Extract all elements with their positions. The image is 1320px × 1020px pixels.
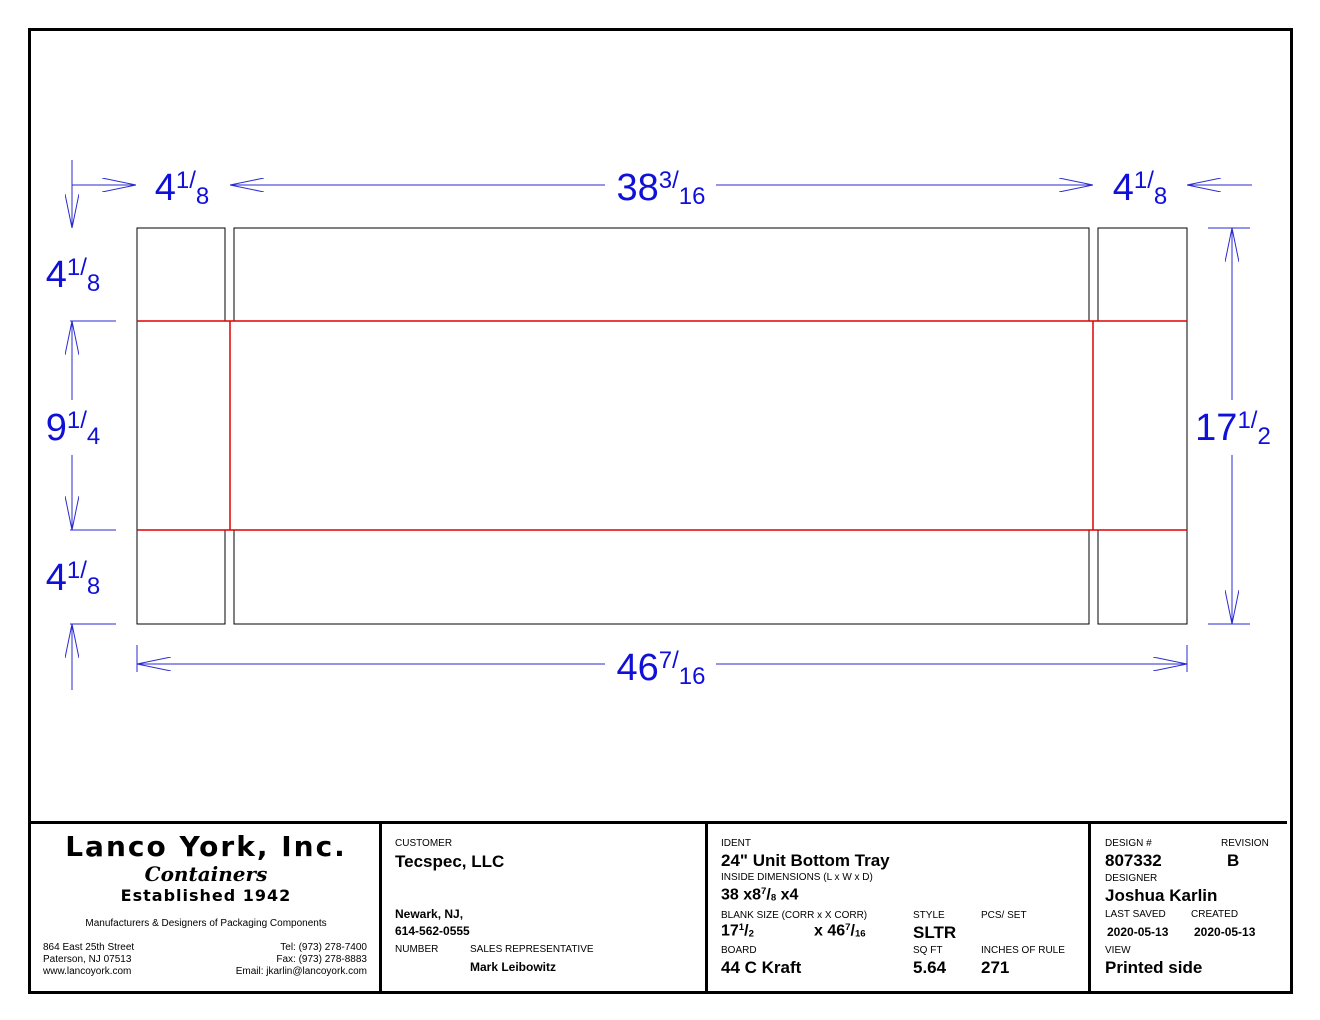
- designer-value: Joshua Karlin: [1105, 886, 1218, 905]
- spec-block: IDENT 24" Unit Bottom Tray INSIDE DIMENS…: [708, 824, 1091, 991]
- sq-ft-label: SQ FT: [913, 945, 943, 956]
- company-address: 864 East 25th Street Paterson, NJ 07513 …: [43, 942, 134, 978]
- design-block: DESIGN # 807332 REVISION B DESIGNER Josh…: [1091, 824, 1287, 991]
- last-saved-value: 2020-05-13: [1107, 925, 1169, 939]
- sales-rep-label: SALES REPRESENTATIVE: [470, 944, 594, 955]
- dim-label-right-total: 171/2: [1195, 407, 1271, 450]
- revision-label: REVISION: [1221, 838, 1269, 849]
- style-label: STYLE: [913, 910, 945, 921]
- company-block: Lanco York, Inc. Containers Established …: [31, 824, 382, 991]
- created-label: CREATED: [1191, 909, 1239, 920]
- company-logo-sub: Containers: [144, 862, 268, 886]
- panel-bottom-right-flap: [1097, 529, 1188, 625]
- dim-label-left-top-flap: 41/8: [46, 254, 101, 297]
- style-value: SLTR: [913, 923, 957, 942]
- sales-rep-name: Mark Leibowitz: [470, 960, 557, 974]
- panel-bottom-left-flap: [136, 529, 226, 625]
- company-established: Established 1942: [120, 886, 292, 905]
- company-tagline: Manufacturers & Designers of Packaging C…: [85, 918, 327, 929]
- blank-size-corr: 171/2: [721, 922, 754, 940]
- pcs-set-label: PCS/ SET: [981, 910, 1027, 921]
- inches-of-rule-label: INCHES OF RULE: [981, 945, 1065, 956]
- last-saved-label: LAST SAVED: [1105, 909, 1166, 920]
- blank-size-xcorr: x 467/16: [814, 922, 866, 940]
- panel-bottom-center: [233, 529, 1090, 625]
- number-label: NUMBER: [395, 944, 439, 955]
- dieline-drawing: 41/8 383/16 41/8 41/8 91/4 41/8 171/2 46…: [46, 160, 1271, 690]
- designer-label: DESIGNER: [1105, 873, 1158, 884]
- ident-label: IDENT: [721, 838, 751, 849]
- revision-value: B: [1227, 851, 1240, 870]
- company-address-line1: 864 East 25th Street: [43, 942, 135, 953]
- company-logo-name: Lanco York, Inc.: [65, 830, 347, 863]
- board-label: BOARD: [721, 945, 757, 956]
- design-number-value: 807332: [1105, 851, 1162, 870]
- blank-size-label: BLANK SIZE (CORR x X CORR): [721, 910, 868, 921]
- created-value: 2020-05-13: [1194, 925, 1256, 939]
- customer-city: Newark, NJ,: [395, 907, 464, 921]
- panel-top-right-flap: [1097, 227, 1188, 322]
- dim-label-top-right-flap: 41/8: [1113, 167, 1168, 210]
- dim-label-left-bottom-flap: 41/8: [46, 557, 101, 600]
- customer-label: CUSTOMER: [395, 838, 453, 849]
- dim-label-top-left-flap: 41/8: [155, 167, 210, 210]
- title-block: Lanco York, Inc. Containers Established …: [31, 821, 1287, 991]
- customer-phone: 614-562-0555: [395, 924, 470, 938]
- inside-dimensions-label: INSIDE DIMENSIONS (L x W x D): [721, 872, 873, 883]
- panel-top-center: [233, 227, 1090, 322]
- company-contact: Tel: (973) 278-7400 Fax: (973) 278-8883 …: [236, 942, 367, 978]
- company-fax: Fax: (973) 278-8883: [276, 954, 367, 965]
- inches-of-rule-value: 271: [981, 958, 1010, 977]
- dim-label-left-middle: 91/4: [46, 407, 101, 450]
- view-label: VIEW: [1105, 945, 1131, 956]
- ident-value: 24" Unit Bottom Tray: [721, 851, 890, 870]
- inside-dimensions-value: 38 x87/8 x4: [721, 886, 799, 904]
- dim-label-top-center-panel: 383/16: [616, 167, 705, 210]
- customer-name: Tecspec, LLC: [395, 852, 505, 871]
- company-website[interactable]: www.lancoyork.com: [43, 966, 134, 978]
- panel-top-left-flap: [136, 227, 226, 322]
- dim-label-bottom-total: 467/16: [616, 647, 705, 690]
- company-address-line2: Paterson, NJ 07513: [43, 954, 132, 965]
- design-number-label: DESIGN #: [1105, 838, 1152, 849]
- view-value: Printed side: [1105, 958, 1203, 977]
- company-email[interactable]: Email: jkarlin@lancoyork.com: [236, 966, 367, 978]
- board-value: 44 C Kraft: [721, 958, 802, 977]
- sq-ft-value: 5.64: [913, 958, 947, 977]
- customer-block: CUSTOMER Tecspec, LLC Newark, NJ, 614-56…: [382, 824, 708, 991]
- company-tel: Tel: (973) 278-7400: [280, 942, 367, 953]
